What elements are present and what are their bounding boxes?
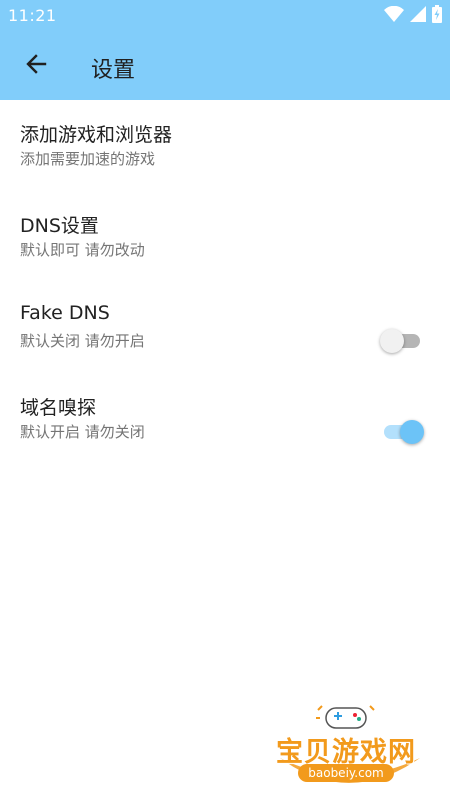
toggle-thumb	[400, 420, 424, 444]
gamepad-icon	[316, 705, 375, 729]
fake-dns-toggle[interactable]	[380, 326, 420, 356]
page-title: 设置	[91, 58, 136, 83]
setting-dns[interactable]: DNS设置 默认即可 请勿改动	[0, 191, 450, 282]
wifi-icon	[384, 5, 404, 26]
setting-domain-sniffing[interactable]: 域名嗅探 默认开启 请勿关闭	[0, 373, 450, 464]
settings-list: 添加游戏和浏览器 添加需要加速的游戏 DNS设置 默认即可 请勿改动 Fake …	[0, 100, 450, 464]
watermark-url: baobeiy.com	[298, 764, 394, 782]
battery-icon	[432, 5, 442, 27]
setting-title: Fake DNS	[20, 302, 110, 324]
setting-title: 添加游戏和浏览器	[20, 124, 173, 146]
setting-title: DNS设置	[20, 215, 99, 237]
back-button[interactable]	[16, 46, 56, 86]
setting-subtitle: 默认开启 请勿关闭	[20, 423, 145, 441]
signal-icon	[410, 6, 426, 26]
setting-fake-dns[interactable]: Fake DNS 默认关闭 请勿开启	[0, 282, 450, 373]
back-arrow-icon	[25, 53, 47, 79]
app-bar: 设置	[0, 32, 450, 100]
watermark-logo: 宝贝游戏网 baobeiy.com	[270, 700, 430, 796]
status-time: 11:21	[8, 6, 57, 25]
setting-subtitle: 默认即可 请勿改动	[20, 241, 145, 259]
toggle-thumb	[380, 329, 404, 353]
setting-subtitle: 默认关闭 请勿开启	[20, 332, 145, 350]
setting-title: 域名嗅探	[20, 397, 97, 419]
setting-subtitle: 添加需要加速的游戏	[20, 150, 156, 168]
domain-sniffing-toggle[interactable]	[380, 417, 424, 447]
status-icons	[384, 5, 442, 27]
setting-add-games-browsers[interactable]: 添加游戏和浏览器 添加需要加速的游戏	[0, 100, 450, 191]
status-bar: 11:21	[0, 0, 450, 32]
